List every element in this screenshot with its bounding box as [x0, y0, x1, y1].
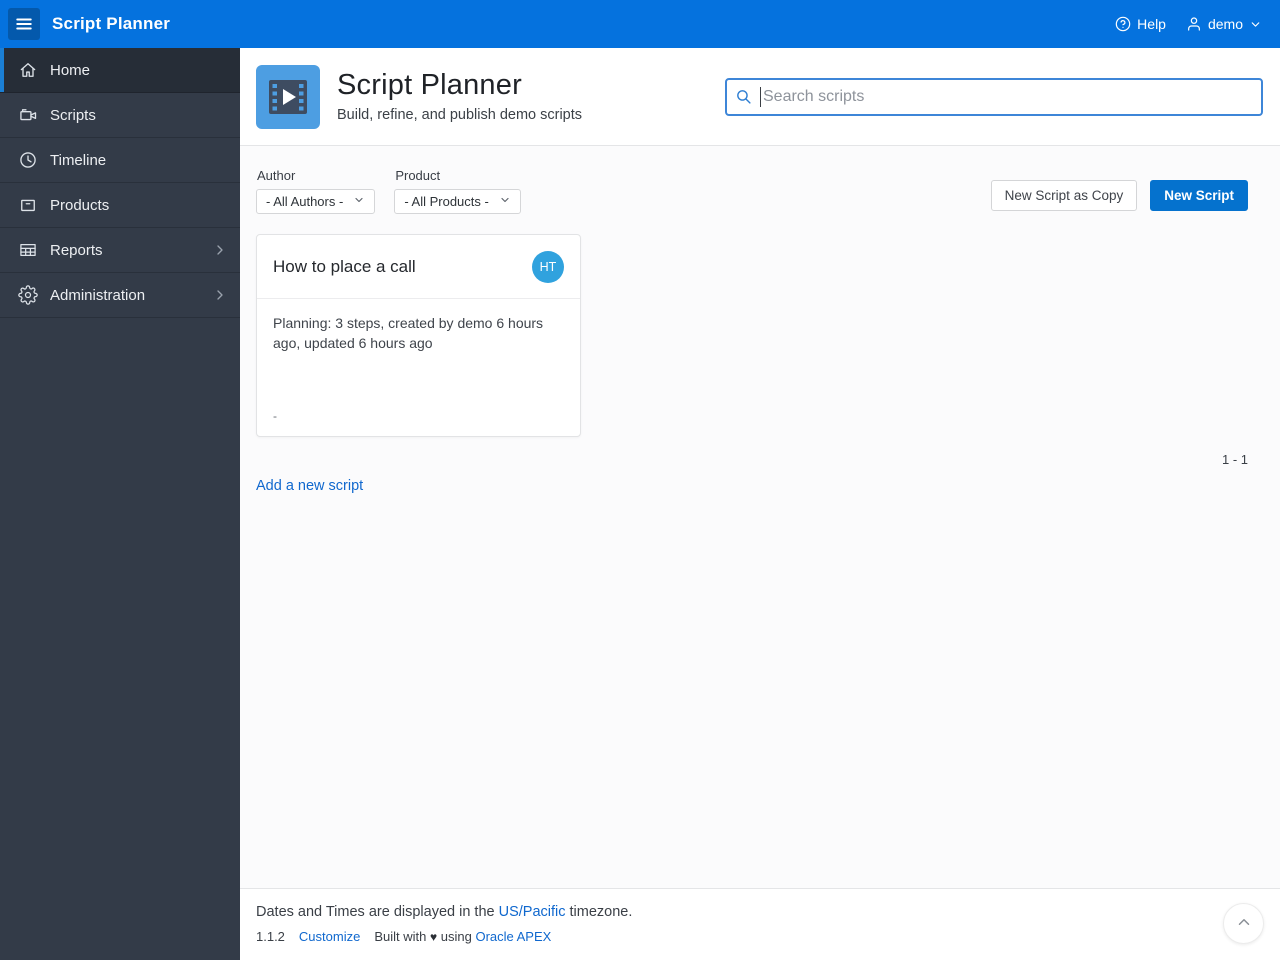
header-actions: Help demo	[1115, 16, 1280, 32]
customize-link[interactable]: Customize	[299, 929, 360, 944]
top-header: Script Planner Help demo	[0, 0, 1280, 48]
sidebar-item-scripts[interactable]: Scripts	[0, 93, 240, 138]
hero-text: Script Planner Build, refine, and publis…	[337, 68, 582, 126]
chevron-right-icon	[212, 242, 228, 258]
built-with: Built with ♥ using Oracle APEX	[374, 929, 551, 944]
app-title: Script Planner	[52, 14, 171, 33]
timezone-link[interactable]: US/Pacific	[499, 904, 566, 920]
help-label: Help	[1137, 16, 1166, 32]
sidebar-item-label: Scripts	[50, 106, 96, 124]
chevron-up-icon	[1235, 913, 1253, 934]
script-card[interactable]: How to place a call HT Planning: 3 steps…	[256, 234, 581, 437]
script-card-header: How to place a call HT	[257, 235, 580, 299]
sidebar-item-label: Home	[50, 61, 91, 79]
timezone-suffix: timezone.	[565, 904, 633, 920]
clock-icon	[18, 150, 38, 170]
search-icon	[735, 88, 752, 110]
help-icon	[1115, 16, 1131, 32]
timezone-prefix: Dates and Times are displayed in the	[256, 904, 499, 920]
search-field	[725, 77, 1263, 116]
video-camera-icon	[18, 105, 38, 125]
product-filter-label: Product	[395, 168, 441, 183]
product-select-value: - All Products -	[404, 194, 489, 209]
oracle-apex-link[interactable]: Oracle APEX	[475, 929, 551, 944]
sidebar-item-home[interactable]: Home	[0, 48, 240, 93]
new-script-as-copy-button[interactable]: New Script as Copy	[990, 180, 1138, 211]
author-select-value: - All Authors -	[266, 194, 344, 209]
hamburger-icon	[16, 18, 32, 30]
sidebar-item-reports[interactable]: Reports	[0, 228, 240, 273]
author-select[interactable]: - All Authors -	[256, 189, 376, 214]
app-window: Script Planner Help demo Home Scripts Ti…	[0, 0, 1280, 960]
sidebar-item-administration[interactable]: Administration	[0, 273, 240, 318]
heart-icon: ♥	[430, 930, 438, 944]
sidebar-item-timeline[interactable]: Timeline	[0, 138, 240, 183]
filter-toolbar: Author - All Authors - Product - All Pro…	[240, 146, 1280, 214]
home-icon	[18, 60, 38, 80]
user-icon	[1186, 16, 1202, 32]
avatar: HT	[532, 250, 564, 283]
box-icon	[18, 195, 38, 215]
chevron-down-icon	[353, 194, 365, 209]
product-filter: Product - All Products -	[394, 168, 521, 214]
content-area: Author - All Authors - Product - All Pro…	[240, 146, 1280, 888]
sidebar-item-label: Administration	[50, 286, 146, 304]
sidebar-item-label: Timeline	[50, 151, 107, 169]
author-filter: Author - All Authors -	[256, 168, 376, 214]
add-new-script-link[interactable]: Add a new script	[256, 478, 363, 494]
author-filter-label: Author	[257, 168, 296, 183]
chevron-down-icon	[1249, 18, 1262, 31]
app-version: 1.1.2	[256, 929, 285, 944]
page-hero: Script Planner Build, refine, and publis…	[240, 48, 1280, 146]
film-app-icon	[256, 64, 320, 129]
main-content: Script Planner Build, refine, and publis…	[240, 48, 1280, 960]
user-label: demo	[1207, 16, 1243, 32]
search-input[interactable]	[725, 77, 1263, 116]
text-cursor	[760, 86, 761, 107]
sidebar-item-label: Reports	[50, 241, 103, 259]
page-footer: Dates and Times are displayed in the US/…	[240, 888, 1280, 960]
sidebar-item-products[interactable]: Products	[0, 183, 240, 228]
table-icon	[18, 240, 38, 260]
scroll-to-top-button[interactable]	[1223, 903, 1264, 944]
product-select[interactable]: - All Products -	[394, 189, 521, 214]
user-menu[interactable]: demo	[1186, 16, 1262, 32]
built-with-middle: using	[440, 929, 472, 944]
script-card-body: Planning: 3 steps, created by demo 6 hou…	[273, 315, 544, 351]
sidebar-item-label: Products	[50, 196, 110, 214]
built-with-prefix: Built with	[374, 929, 427, 944]
chevron-down-icon	[499, 194, 511, 209]
new-script-button[interactable]: New Script	[1150, 180, 1248, 211]
chevron-right-icon	[212, 287, 228, 303]
timezone-notice: Dates and Times are displayed in the US/…	[256, 903, 1264, 922]
help-link[interactable]: Help	[1115, 16, 1166, 32]
menu-toggle-button[interactable]	[8, 8, 40, 40]
pagination-label: 1 - 1	[1221, 452, 1248, 467]
script-card-footer: -	[273, 409, 277, 423]
page-subtitle: Build, refine, and publish demo scripts	[337, 106, 583, 123]
script-card-title[interactable]: How to place a call	[273, 257, 532, 277]
sidebar-nav: Home Scripts Timeline Products Reports A…	[0, 48, 240, 960]
toolbar-buttons: New Script as Copy New Script	[990, 180, 1248, 214]
page-title: Script Planner	[337, 68, 522, 101]
gear-icon	[18, 285, 38, 305]
footer-meta: 1.1.2 Customize Built with ♥ using Oracl…	[256, 929, 1264, 944]
